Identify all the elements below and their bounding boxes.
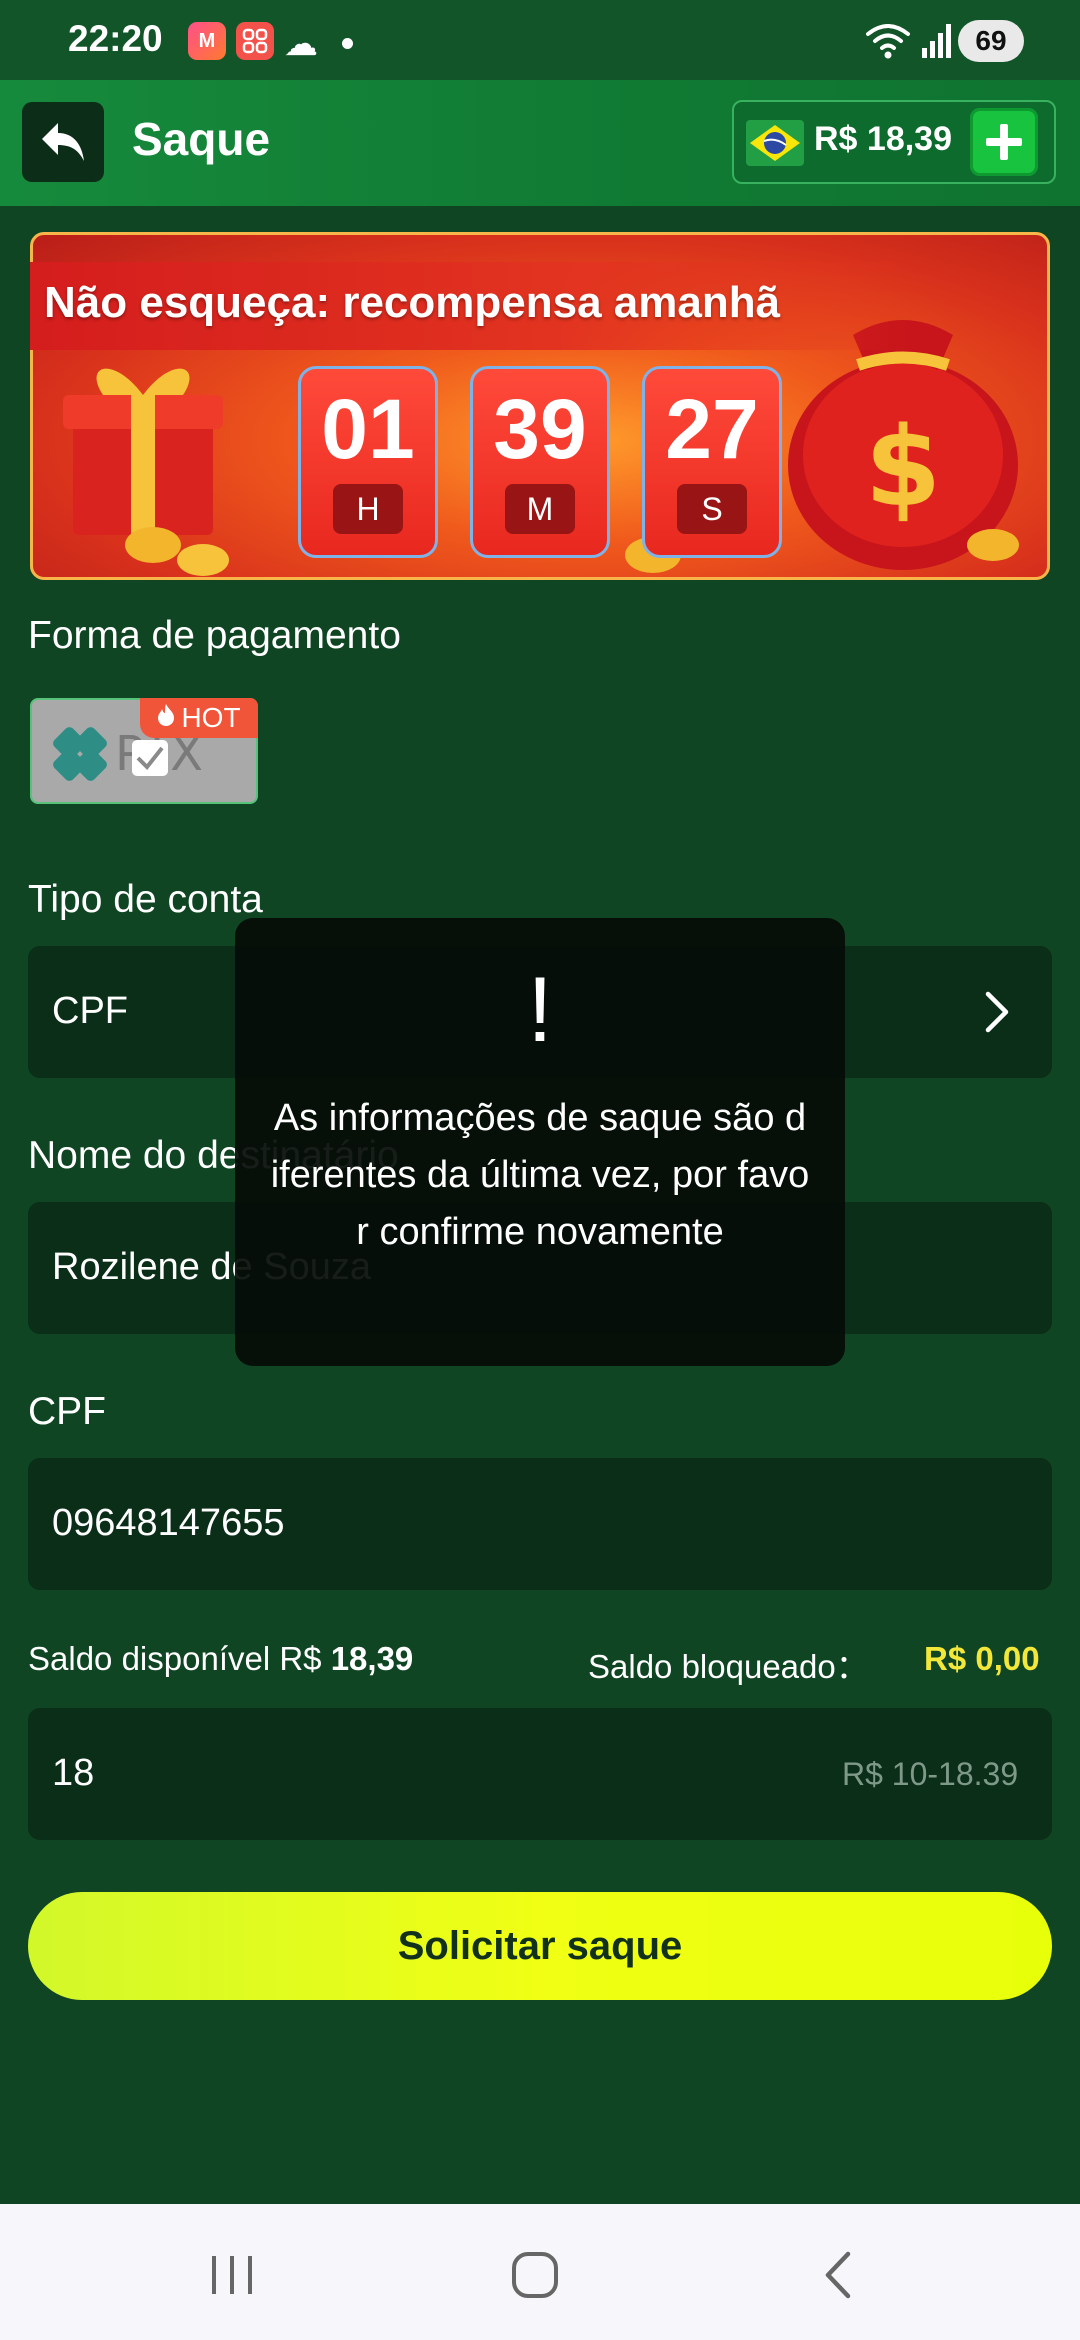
- wifi-icon: [864, 20, 912, 65]
- plus-icon: [986, 124, 1022, 160]
- account-type-value: CPF: [52, 990, 128, 1032]
- toast-message: As informações de saque são diferentes d…: [270, 1097, 810, 1253]
- back-nav-button[interactable]: [818, 2250, 858, 2305]
- add-balance-button[interactable]: [970, 108, 1038, 176]
- amount-range-hint: R$ 10-18.39: [842, 1756, 1019, 1792]
- hot-badge: HOT: [140, 698, 258, 738]
- brazil-flag-icon: [746, 120, 804, 166]
- countdown-minutes-unit: M: [505, 484, 575, 534]
- banner-text: Não esqueça: recompensa amanhã: [44, 278, 781, 327]
- recent-apps-button[interactable]: [206, 2254, 260, 2301]
- available-balance-value: 18,39: [330, 1640, 414, 1677]
- account-type-label: Tipo de conta: [28, 878, 263, 921]
- countdown-hours-value: 01: [321, 382, 415, 476]
- battery-indicator: 69: [958, 20, 1024, 62]
- chevron-right-icon: [982, 990, 1012, 1039]
- recent-apps-icon: [212, 2256, 252, 2294]
- app-icon-m: M: [188, 22, 226, 60]
- countdown-hours-unit: H: [333, 484, 403, 534]
- signal-icon: [922, 24, 952, 63]
- home-icon: [512, 2252, 558, 2298]
- flame-icon: [157, 702, 175, 734]
- cpf-label: CPF: [28, 1390, 106, 1433]
- back-chevron-icon: [825, 2251, 851, 2299]
- back-arrow-icon: [42, 123, 84, 161]
- blocked-balance-label: Saldo bloqueado：: [588, 1648, 869, 1685]
- notification-dot-icon: [342, 38, 353, 49]
- available-balance: Saldo disponível R$ 18,39: [28, 1640, 413, 1678]
- back-button[interactable]: [22, 102, 104, 182]
- status-time: 22:20: [68, 18, 163, 59]
- amount-value: 18: [52, 1752, 95, 1794]
- available-balance-label: Saldo disponível R$: [28, 1640, 322, 1677]
- balance-amount: R$ 18,39: [814, 120, 952, 158]
- countdown-seconds-value: 27: [665, 382, 759, 476]
- exclamation-icon: !: [527, 959, 553, 1061]
- page-title: Saque: [132, 113, 271, 165]
- blocked-balance-value: R$ 0,00: [924, 1640, 1040, 1677]
- hot-badge-label: HOT: [181, 702, 241, 733]
- countdown-seconds-unit: S: [677, 484, 747, 534]
- app-icon-grid: [236, 22, 274, 60]
- countdown-minutes-value: 39: [493, 382, 587, 476]
- payment-method-label: Forma de pagamento: [28, 614, 401, 657]
- home-button[interactable]: [510, 2250, 560, 2305]
- cpf-value: 09648147655: [52, 1502, 285, 1544]
- cloud-icon: ☁: [284, 25, 318, 63]
- submit-withdrawal-button[interactable]: Solicitar saque: [28, 1892, 1052, 2000]
